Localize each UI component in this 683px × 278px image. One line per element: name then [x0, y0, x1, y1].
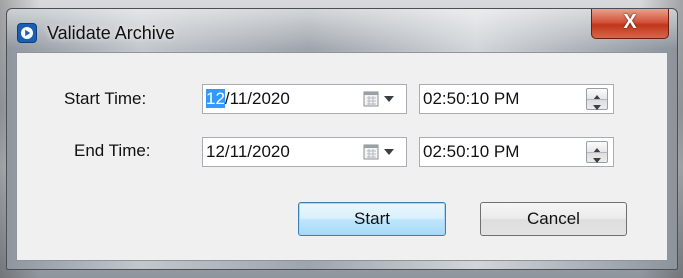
close-button[interactable]: X [591, 9, 669, 39]
dialog-body: Start Time: 12/11/2020 02:50:10 PM End T… [16, 52, 668, 261]
start-button[interactable]: Start [298, 202, 446, 236]
end-date-value: 12/11/2020 [206, 142, 290, 161]
end-time-spinner [586, 141, 608, 163]
start-time-spinner [586, 88, 608, 110]
spin-up-arrow-icon[interactable] [587, 89, 607, 100]
end-date-picker[interactable]: 12/11/2020 [202, 137, 407, 167]
calendar-dropdown-icon[interactable] [363, 91, 401, 109]
window-title: Validate Archive [47, 23, 175, 43]
spin-up-arrow-icon[interactable] [587, 142, 607, 153]
close-icon: X [623, 11, 637, 33]
title-bar[interactable]: Validate Archive X [7, 9, 677, 51]
end-time-label: End Time: [74, 141, 151, 160]
start-time-label: Start Time: [64, 89, 147, 108]
start-time-value: 02:50:10 PM [423, 89, 520, 108]
calendar-dropdown-icon[interactable] [363, 144, 401, 162]
start-date-picker[interactable]: 12/11/2020 [202, 84, 407, 114]
spin-down-arrow-icon[interactable] [587, 152, 607, 163]
end-time-value: 02:50:10 PM [423, 142, 520, 161]
start-time-picker[interactable]: 02:50:10 PM [419, 84, 614, 114]
cancel-button[interactable]: Cancel [480, 202, 627, 236]
app-logo-icon [17, 23, 37, 43]
spin-down-arrow-icon[interactable] [587, 99, 607, 110]
start-date-rest: /11/2020 [224, 89, 290, 108]
start-date-selected-part: 12 [206, 89, 225, 108]
start-date-value: 12/11/2020 [206, 89, 290, 109]
validate-archive-dialog: Validate Archive X Start Time: 12/11/202… [6, 8, 678, 270]
end-time-picker[interactable]: 02:50:10 PM [419, 137, 614, 167]
